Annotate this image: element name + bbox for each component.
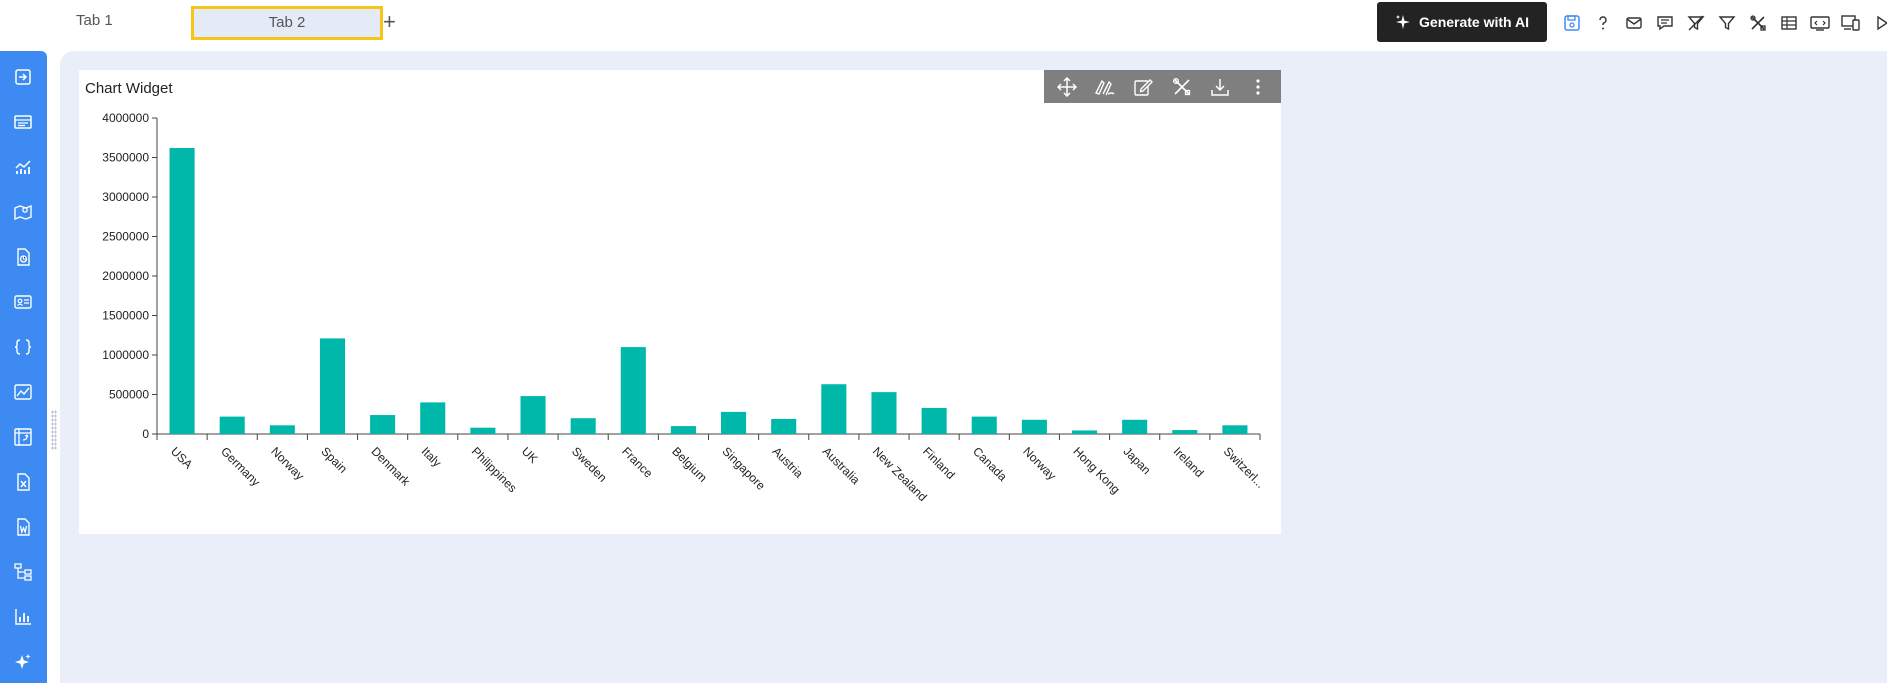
- toolbar-icons: [1556, 10, 1887, 36]
- y-tick-label: 1000000: [102, 348, 149, 362]
- image-chart-icon[interactable]: [11, 380, 35, 404]
- y-tick-label: 3500000: [102, 151, 149, 165]
- bar[interactable]: [1172, 430, 1198, 434]
- code-braces-icon[interactable]: [11, 335, 35, 359]
- bar[interactable]: [771, 418, 797, 434]
- bar[interactable]: [971, 416, 997, 434]
- bar[interactable]: [1222, 425, 1248, 434]
- x-tick-label: Japan: [1121, 444, 1154, 477]
- x-tick-label: Philippines: [469, 444, 520, 495]
- bar[interactable]: [871, 392, 897, 434]
- draw-icon[interactable]: [1091, 73, 1119, 101]
- x-tick-label: Norway: [268, 444, 307, 483]
- sparkle-icon[interactable]: [11, 650, 35, 674]
- x-tick-label: Austria: [770, 444, 807, 481]
- help-icon[interactable]: [1587, 10, 1618, 36]
- x-tick-label: Italy: [419, 444, 444, 469]
- bar[interactable]: [1122, 419, 1148, 434]
- devices-icon[interactable]: [1835, 10, 1866, 36]
- import-icon[interactable]: [11, 65, 35, 89]
- pivot-icon[interactable]: [11, 425, 35, 449]
- x-tick-label: Hong Kong: [1070, 444, 1122, 496]
- x-tick-label: Ireland: [1171, 444, 1207, 480]
- filter-icon[interactable]: [1711, 10, 1742, 36]
- report-icon[interactable]: [11, 245, 35, 269]
- sparkle-icon: [1396, 15, 1411, 29]
- y-tick-label: 2500000: [102, 230, 149, 244]
- move-icon[interactable]: [1053, 73, 1081, 101]
- bar[interactable]: [319, 338, 346, 434]
- x-tick-label: Canada: [970, 444, 1010, 484]
- y-tick-label: 0: [142, 427, 149, 441]
- play-icon[interactable]: [1866, 10, 1887, 36]
- clear-filter-icon[interactable]: [1680, 10, 1711, 36]
- y-tick-label: 3000000: [102, 190, 149, 204]
- x-tick-label: Australia: [820, 444, 863, 487]
- bar[interactable]: [1071, 430, 1098, 434]
- x-tick-label: Sweden: [569, 444, 610, 485]
- save-icon[interactable]: [1556, 10, 1587, 36]
- bar[interactable]: [370, 415, 396, 434]
- list-icon[interactable]: [11, 110, 35, 134]
- id-card-icon[interactable]: [11, 290, 35, 314]
- bar[interactable]: [470, 427, 496, 434]
- bar[interactable]: [721, 411, 747, 434]
- bar[interactable]: [670, 426, 696, 434]
- x-tick-label: Singapore: [719, 444, 768, 493]
- widget-toolbar: [1044, 70, 1281, 103]
- map-icon[interactable]: [11, 200, 35, 224]
- x-tick-label: Switzerl...: [1221, 444, 1268, 491]
- y-tick-label: 1500000: [102, 309, 149, 323]
- bar[interactable]: [269, 425, 295, 434]
- chart-widget[interactable]: Chart Widget 0 500000 1000000 1500000 200000…: [79, 70, 1281, 534]
- tab-2[interactable]: Tab 2: [191, 6, 383, 40]
- edit-icon[interactable]: [1129, 73, 1157, 101]
- x-tick-label: France: [619, 444, 656, 481]
- x-tick-label: Denmark: [368, 444, 413, 489]
- y-tick-label: 4000000: [102, 111, 149, 125]
- bar[interactable]: [420, 402, 446, 434]
- sidebar: [0, 51, 47, 683]
- x-tick-label: UK: [519, 444, 541, 466]
- embed-icon[interactable]: [1804, 10, 1835, 36]
- settings-icon[interactable]: [1168, 73, 1196, 101]
- bar[interactable]: [821, 384, 847, 434]
- chart-icon[interactable]: [11, 155, 35, 179]
- top-bar: Tab 1 Tab 2 + Generate with AI: [0, 0, 1887, 44]
- download-icon[interactable]: [1206, 73, 1234, 101]
- bar-chart: 0 500000 1000000 1500000 2000000 2500000 30000…: [102, 111, 1268, 504]
- x-tick-label: Belgium: [669, 444, 710, 485]
- generate-with-ai-label: Generate with AI: [1419, 14, 1529, 30]
- word-icon[interactable]: [11, 515, 35, 539]
- table-icon[interactable]: [1773, 10, 1804, 36]
- resize-grip[interactable]: [51, 410, 57, 450]
- x-tick-label: Germany: [218, 444, 263, 489]
- bar-chart-icon[interactable]: [11, 605, 35, 629]
- x-tick-label: USA: [168, 444, 195, 471]
- add-tab-button[interactable]: +: [383, 9, 396, 35]
- bar[interactable]: [169, 148, 195, 434]
- y-tick-label: 2000000: [102, 269, 149, 283]
- tree-icon[interactable]: [11, 560, 35, 584]
- tools-icon[interactable]: [1742, 10, 1773, 36]
- x-tick-label: Finland: [920, 444, 958, 482]
- y-tick-label: 500000: [109, 388, 149, 402]
- x-tick-label: Spain: [318, 444, 350, 476]
- bar[interactable]: [620, 347, 646, 434]
- generate-with-ai-button[interactable]: Generate with AI: [1377, 2, 1547, 42]
- x-tick-label: Norway: [1020, 444, 1059, 483]
- bar[interactable]: [921, 407, 947, 434]
- excel-icon[interactable]: [11, 470, 35, 494]
- tab-1[interactable]: Tab 1: [76, 6, 113, 36]
- bar[interactable]: [570, 418, 596, 434]
- bar[interactable]: [219, 416, 245, 434]
- bar[interactable]: [520, 396, 546, 434]
- more-icon[interactable]: [1244, 73, 1272, 101]
- comment-icon[interactable]: [1649, 10, 1680, 36]
- bar[interactable]: [1021, 419, 1047, 434]
- mail-icon[interactable]: [1618, 10, 1649, 36]
